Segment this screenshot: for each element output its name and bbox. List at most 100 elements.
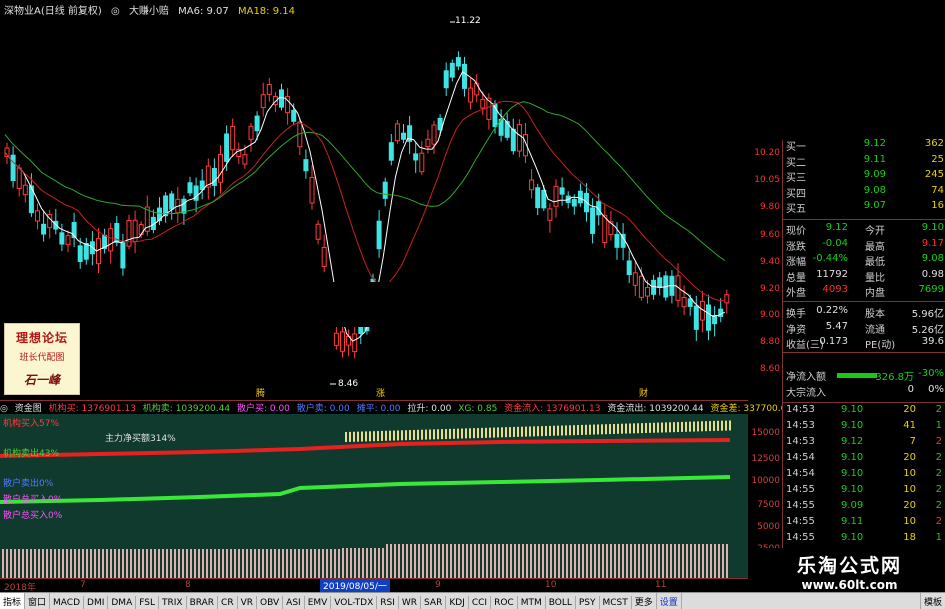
bid-row[interactable]: 买二 9.11 25	[783, 154, 945, 169]
tab-16[interactable]: SAR	[421, 596, 447, 609]
date-axis[interactable]: 2018年 7 8 9 10 11 2019/08/05/一	[0, 578, 748, 593]
tab-0[interactable]: 指标	[0, 593, 26, 609]
flow-bottom-stripe	[434, 544, 436, 578]
bid-row[interactable]: 买三 9.09 245	[783, 169, 945, 184]
flow-stripe	[705, 421, 707, 432]
flow-bottom-stripe	[650, 544, 652, 578]
flow-stripe	[629, 423, 631, 434]
event-tag[interactable]: 涨	[375, 386, 387, 399]
tab-25[interactable]: 设置	[657, 593, 682, 609]
flow-bottom-stripe	[110, 549, 112, 578]
tab-21[interactable]: BOLL	[546, 596, 576, 609]
stat-label: 现价	[786, 226, 806, 237]
stat-value: 5.26亿	[911, 324, 944, 336]
event-tag[interactable]: 财	[638, 386, 650, 399]
tab-17[interactable]: KDJ	[446, 596, 469, 609]
tab-24[interactable]: 更多	[632, 593, 657, 609]
kline-chart[interactable]: 深物业A(日线 前复权) ◎ 大赚小赔 MA6: 9.07 MA18: 9.14…	[0, 0, 748, 400]
tab-20[interactable]: MTM	[518, 596, 546, 609]
flow-bottom-stripe	[654, 544, 656, 578]
tick-side: 2	[935, 468, 942, 479]
flow-bottom-stripe	[694, 544, 696, 578]
tick-side: 1	[935, 532, 942, 543]
flow-bottom-stripe	[18, 549, 20, 578]
flow-bottom-stripe	[102, 549, 104, 578]
tab-15[interactable]: WR	[399, 596, 422, 609]
flow-bottom-stripe	[630, 544, 632, 578]
flow-bottom-stripe	[190, 549, 192, 578]
flow-bottom-stripe	[578, 544, 580, 578]
candle-body	[352, 333, 358, 353]
tab-3[interactable]: DMI	[84, 596, 109, 609]
candle-body	[35, 210, 40, 222]
candle-body	[65, 235, 71, 246]
indicator-name[interactable]: 大赚小赔	[129, 6, 169, 17]
axis-tick: 9.60	[759, 230, 780, 240]
flow-bottom-stripe	[122, 549, 124, 578]
tab-5[interactable]: FSL	[136, 596, 159, 609]
flow-bottom-stripe	[90, 549, 92, 578]
flow-bottom-stripe	[614, 544, 616, 578]
flow-bottom-stripe	[402, 544, 404, 578]
tick-time: 14:54	[786, 468, 815, 479]
bid-row[interactable]: 买五 9.07 16	[783, 200, 945, 215]
tab-9[interactable]: VR	[238, 596, 258, 609]
circle-icon[interactable]: ◎	[111, 6, 120, 17]
tick-volume: 10	[903, 484, 916, 495]
stat-row: 外盘 4093 内盘 7699	[783, 284, 945, 299]
retail-sell-value: 散户卖: 0.00	[296, 404, 350, 414]
flow-title[interactable]: 资金图	[15, 404, 42, 414]
tick-row: 14:54 9.10 10 2	[783, 468, 945, 484]
flow-stripe	[353, 431, 355, 442]
candle-body	[279, 89, 284, 108]
retail-buy-pct-label: 散户卖出0%	[3, 479, 54, 489]
flow-bottom-stripe	[238, 549, 240, 578]
tab-6[interactable]: TRIX	[159, 596, 187, 609]
bid-row[interactable]: 买一 9.12 362	[783, 138, 945, 153]
flow-bottom-stripe	[210, 549, 212, 578]
flow-bottom-stripe	[278, 549, 280, 578]
flow-bottom-stripe	[646, 544, 648, 578]
tick-volume: 7	[909, 436, 916, 447]
tab-11[interactable]: ASI	[283, 596, 305, 609]
tab-18[interactable]: CCI	[469, 596, 492, 609]
flow-bottom-stripe	[82, 549, 84, 578]
flow-stripe	[709, 421, 711, 432]
flow-stripe	[657, 422, 659, 433]
tab-10[interactable]: OBV	[257, 596, 284, 609]
tab-2[interactable]: MACD	[50, 596, 85, 609]
event-tag[interactable]: 腾	[255, 386, 267, 399]
tick-row: 14:55 9.11 10 2	[783, 516, 945, 532]
tab-4[interactable]: DMA	[108, 596, 137, 609]
site-watermark: 乐淘公式网 www.60lt.com	[754, 548, 945, 592]
circle-icon[interactable]: ◎	[0, 404, 8, 414]
candle-body	[16, 167, 22, 189]
tab-22[interactable]: PSY	[576, 596, 600, 609]
candle-body	[266, 83, 272, 95]
tick-price: 9.10	[841, 484, 864, 495]
flow-stripe	[605, 424, 607, 435]
stat-label: 最低	[865, 257, 885, 268]
tab-12[interactable]: EMV	[305, 596, 332, 609]
flow-bottom-stripe	[454, 544, 456, 578]
tab-1[interactable]: 窗口	[25, 593, 51, 609]
flow-bottom-stripe	[666, 544, 668, 578]
flow-bottom-stripe	[78, 549, 80, 578]
tab-8[interactable]: CR	[218, 596, 238, 609]
candle-body	[681, 297, 687, 308]
tab-19[interactable]: ROC	[491, 596, 518, 609]
tab-23[interactable]: MCST	[600, 596, 632, 609]
stat-row: 换手 0.22% 股本 5.96亿	[783, 305, 945, 320]
flow-stripe	[601, 424, 603, 435]
bid-row[interactable]: 买四 9.08 74	[783, 185, 945, 200]
axis-tick: 10.05	[754, 175, 780, 185]
tab-14[interactable]: RSI	[377, 596, 399, 609]
tab-13[interactable]: VOL-TDX	[331, 596, 378, 609]
tick-price: 9.10	[841, 532, 864, 543]
flow-stripe	[393, 430, 395, 441]
bid-price: 9.12	[863, 138, 886, 149]
tab-7[interactable]: BRAR	[187, 596, 219, 609]
flow-bottom-stripe	[174, 549, 176, 578]
flow-chart[interactable]: 机构买入57% 主力净买额314% 机构卖出43% 散户卖出0% 散户总买入0%…	[0, 414, 748, 578]
flow-stripe	[721, 420, 723, 431]
